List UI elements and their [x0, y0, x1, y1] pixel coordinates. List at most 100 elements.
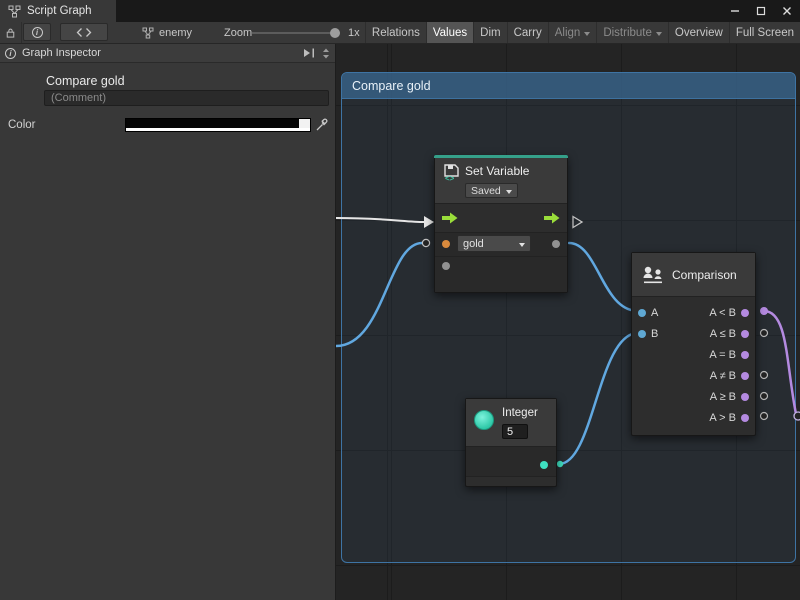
setvar-title: Set Variable — [465, 164, 529, 178]
comparison-output-lessequal-port[interactable] — [741, 330, 749, 338]
comparison-icon — [641, 263, 665, 287]
comparison-title: Comparison — [672, 268, 737, 282]
flow-wire-in[interactable] — [336, 218, 424, 222]
value-wire-integer-to-b[interactable] — [559, 333, 638, 464]
integer-icon — [474, 410, 494, 430]
tab-script-graph[interactable]: Script Graph — [0, 0, 116, 22]
cmp-out-notequal-outer[interactable] — [761, 372, 768, 379]
comparison-output-label: A ≠ B — [710, 370, 736, 382]
node-comparison[interactable]: Comparison A A < B B A ≤ B A = B A ≠ B — [631, 252, 756, 436]
graph-inspector-header[interactable]: Graph Inspector — [0, 44, 335, 63]
comparison-row: A = B — [632, 344, 755, 365]
comparison-output-label: A = B — [709, 349, 736, 361]
setvar-body-divider — [435, 256, 567, 292]
color-field-label: Color — [8, 119, 35, 131]
relations-button[interactable]: Relations — [365, 22, 426, 43]
comparison-output-greater-port[interactable] — [741, 414, 749, 422]
carry-button[interactable]: Carry — [507, 22, 548, 43]
lock-button[interactable] — [0, 22, 22, 43]
eyedropper-icon[interactable] — [315, 117, 329, 132]
comparison-output-label: A < B — [709, 307, 736, 319]
comparison-output-label: A ≤ B — [710, 328, 736, 340]
comparison-output-label: A > B — [709, 412, 736, 424]
resize-handle-icon[interactable] — [322, 48, 330, 59]
minimize-icon[interactable] — [728, 4, 742, 18]
code-icon — [76, 27, 92, 38]
comparison-input-b-port[interactable] — [638, 330, 646, 338]
comparison-wire-less-out[interactable] — [764, 311, 796, 414]
full-screen-button[interactable]: Full Screen — [729, 22, 800, 43]
comparison-output-label: A ≥ B — [710, 391, 736, 403]
chevron-down-icon — [519, 243, 525, 247]
setvar-value-port-outer[interactable] — [422, 239, 429, 246]
comparison-row: A ≥ B — [632, 386, 755, 407]
integer-output-port[interactable] — [540, 461, 548, 469]
svg-text:<>: <> — [445, 174, 455, 181]
comparison-input-a-label: A — [651, 307, 658, 319]
dock-icon[interactable] — [303, 48, 316, 58]
chevron-down-icon — [656, 32, 662, 36]
values-button[interactable]: Values — [426, 22, 473, 43]
graph-inspector-panel: Graph Inspector Compare gold Color — [0, 44, 335, 600]
color-alpha-bar — [126, 128, 310, 131]
align-dropdown[interactable]: Align — [548, 22, 597, 43]
node-set-variable[interactable]: <> Set Variable Saved gold — [434, 155, 568, 293]
flow-out-port[interactable] — [544, 212, 560, 224]
flow-wire-arrowhead — [424, 216, 434, 228]
integer-wire-bead — [557, 461, 563, 467]
setvar-variable-dropdown[interactable]: gold — [457, 235, 531, 252]
close-icon[interactable] — [780, 4, 794, 18]
cmp-out-lessequal-outer[interactable] — [761, 330, 768, 337]
graph-asset-icon — [142, 27, 154, 39]
lock-icon — [6, 27, 15, 39]
distribute-dropdown[interactable]: Distribute — [596, 22, 668, 43]
integer-value-field[interactable] — [502, 424, 528, 439]
inspector-toggle-button[interactable] — [23, 23, 51, 41]
graph-inspector-body: Compare gold Color — [0, 63, 335, 600]
integer-title: Integer — [502, 407, 538, 419]
setvar-scope-dropdown[interactable]: Saved — [465, 183, 518, 198]
inspected-graph-title: Compare gold — [46, 74, 125, 88]
maximize-icon[interactable] — [754, 4, 768, 18]
graph-breadcrumb[interactable]: enemy — [136, 22, 198, 43]
value-wire-setvar-input[interactable] — [336, 243, 422, 346]
comparison-output-equal-port[interactable] — [741, 351, 749, 359]
color-swatch[interactable] — [125, 118, 311, 132]
graph-canvas[interactable]: Compare gold <> Set V — [335, 44, 800, 600]
comparison-input-b-label: B — [651, 328, 658, 340]
setvar-flow-out-outer[interactable] — [573, 217, 582, 228]
graph-toolbar: enemy Zoom 1x Relations Values Dim Carry… — [0, 22, 800, 44]
setvar-output-port[interactable] — [552, 240, 560, 248]
cmp-out-greaterequal-outer[interactable] — [761, 393, 768, 400]
comment-input[interactable] — [44, 90, 329, 106]
script-graph-icon — [8, 5, 21, 18]
comparison-input-a-port[interactable] — [638, 309, 646, 317]
zoom-slider[interactable] — [252, 22, 340, 43]
comparison-row: B A ≤ B — [632, 323, 755, 344]
setvar-value-port[interactable] — [442, 262, 450, 270]
title-bar: Script Graph — [0, 0, 800, 22]
cmp-out-greater-outer[interactable] — [761, 413, 768, 420]
color-swatch-highlight — [299, 119, 310, 128]
setvar-name-port[interactable] — [442, 240, 450, 248]
comparison-output-notequal-port[interactable] — [741, 372, 749, 380]
toolbar-buttons: Relations Values Dim Carry Align Distrib… — [365, 22, 800, 43]
comparison-output-less-port[interactable] — [741, 309, 749, 317]
comparison-row: A > B — [632, 407, 755, 428]
zoom-slider-track[interactable] — [252, 32, 340, 34]
zoom-slider-knob[interactable] — [330, 28, 340, 38]
info-icon — [32, 27, 43, 38]
node-integer[interactable]: Integer — [465, 398, 557, 487]
cmp-out-less-outer[interactable] — [760, 307, 768, 315]
overview-button[interactable]: Overview — [668, 22, 729, 43]
zoom-value: 1x — [348, 22, 360, 43]
comparison-row: A A < B — [632, 302, 755, 323]
offscreen-port-outer[interactable] — [794, 412, 800, 420]
graph-name-label: enemy — [159, 27, 192, 39]
value-wire-setvar-to-a[interactable] — [569, 243, 638, 311]
edit-script-button[interactable] — [60, 23, 108, 41]
floppy-variable-icon: <> — [443, 163, 461, 181]
comparison-output-greaterequal-port[interactable] — [741, 393, 749, 401]
flow-in-port[interactable] — [442, 212, 458, 224]
dim-button[interactable]: Dim — [473, 22, 506, 43]
